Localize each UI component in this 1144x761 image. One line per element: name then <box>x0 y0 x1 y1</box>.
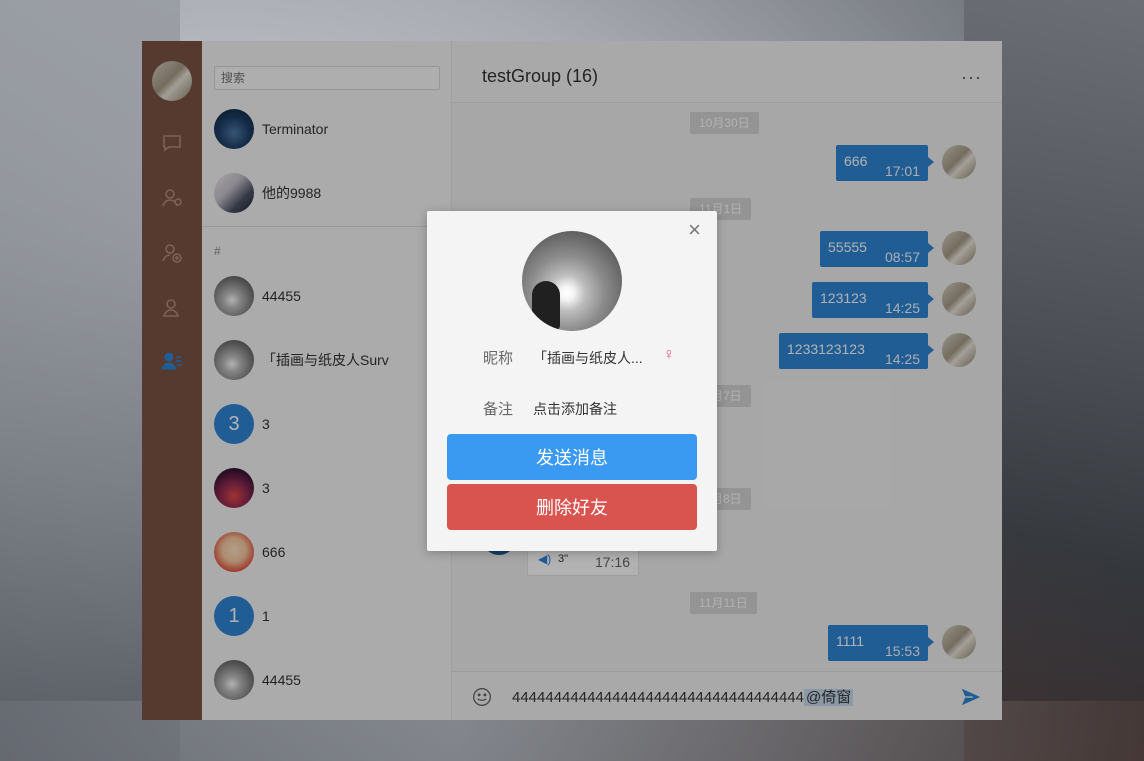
send-message-button[interactable]: 发送消息 <box>447 434 697 480</box>
remark-label: 备注 <box>483 401 514 418</box>
nickname-label: 昵称 <box>483 350 514 367</box>
avatar-silhouette <box>532 281 560 331</box>
close-icon[interactable]: × <box>688 217 701 243</box>
female-icon: ♀ <box>663 346 675 363</box>
remark-value[interactable]: 点击添加备注 <box>533 399 617 419</box>
profile-avatar <box>522 231 622 331</box>
delete-friend-button[interactable]: 删除好友 <box>447 484 697 530</box>
nickname-value: 「插画与纸皮人... <box>533 350 643 366</box>
user-profile-modal: × 昵称 「插画与纸皮人... ♀ 备注 点击添加备注 发送消息 删除好友 <box>427 211 717 551</box>
